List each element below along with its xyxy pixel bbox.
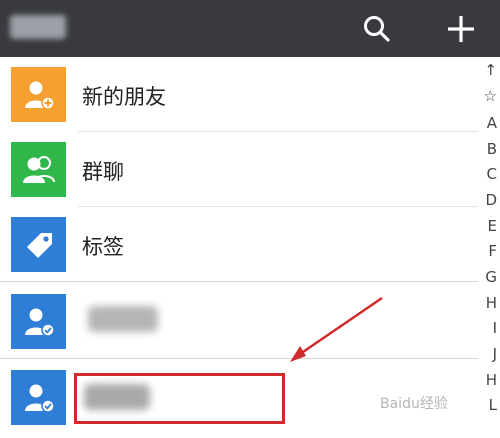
divider	[0, 358, 478, 359]
index-letter[interactable]: G	[485, 268, 497, 286]
index-letter[interactable]: ↑	[484, 61, 497, 79]
index-letter[interactable]: H	[486, 371, 497, 389]
group-chats-label: 群聊	[82, 160, 124, 184]
new-friends-item[interactable]: 新的朋友	[0, 57, 478, 132]
group-icon	[11, 142, 66, 197]
index-letter[interactable]: H	[486, 294, 497, 312]
index-letter[interactable]: A	[487, 114, 497, 132]
tags-label: 标签	[82, 235, 124, 259]
index-letter[interactable]: L	[489, 396, 497, 414]
index-letter[interactable]: D	[485, 191, 497, 209]
plus-icon[interactable]	[441, 9, 481, 49]
index-letter[interactable]: J	[493, 345, 497, 363]
index-letter[interactable]: F	[488, 242, 497, 260]
top-bar	[0, 0, 500, 57]
tag-icon	[11, 217, 66, 272]
highlight-box	[74, 373, 285, 424]
group-chats-item[interactable]: 群聊	[0, 132, 478, 207]
index-letter[interactable]: C	[487, 165, 497, 183]
search-icon[interactable]	[357, 9, 397, 49]
divider	[0, 281, 478, 282]
blurred-contact-name	[88, 306, 158, 332]
alphabet-index[interactable]: ↑ ☆ A B C D E F G H I J H L	[478, 57, 500, 438]
index-letter[interactable]: I	[493, 319, 497, 337]
contact-avatar-icon	[11, 294, 66, 349]
index-letter[interactable]: E	[488, 217, 497, 235]
new-friends-label: 新的朋友	[82, 85, 166, 109]
watermark: Baidu经验	[380, 396, 448, 412]
add-person-icon	[11, 67, 66, 122]
contact-item[interactable]	[0, 284, 478, 359]
blurred-title	[10, 15, 66, 39]
index-letter[interactable]: ☆	[484, 87, 497, 105]
index-letter[interactable]: B	[487, 140, 497, 158]
contact-avatar-icon	[11, 370, 66, 425]
tags-item[interactable]: 标签	[0, 207, 478, 282]
